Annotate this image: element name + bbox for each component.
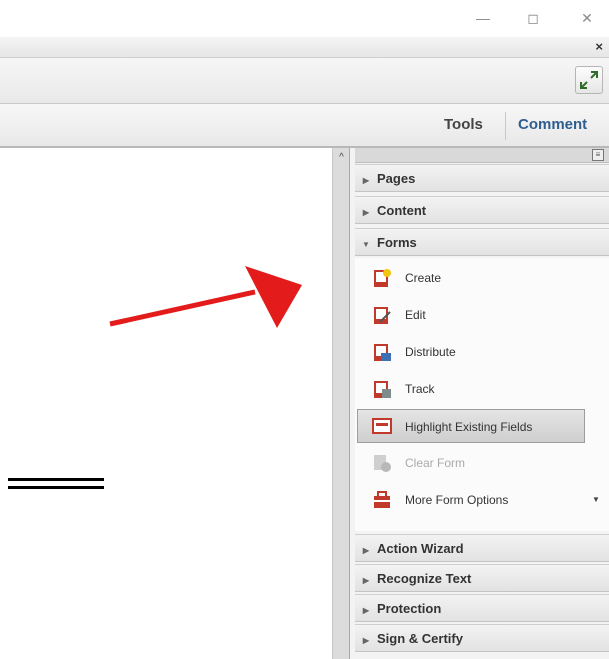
section-label: Recognize Text	[377, 571, 472, 586]
track-form-icon	[374, 381, 391, 398]
close-button[interactable]: ✕	[572, 6, 602, 30]
restore-button[interactable]: ◻	[518, 6, 548, 30]
forms-item-distribute[interactable]: Distribute	[355, 335, 609, 369]
more-form-options-icon	[374, 491, 390, 508]
section-label: Forms	[377, 235, 417, 250]
expand-icon[interactable]	[575, 66, 603, 94]
forms-item-track[interactable]: Track	[355, 372, 609, 406]
item-label: Distribute	[405, 345, 456, 359]
expand-arrow-icon: ▶	[362, 576, 370, 585]
tab-divider	[505, 112, 506, 140]
item-label: Highlight Existing Fields	[405, 420, 533, 434]
red-arrow-annotation	[109, 266, 302, 328]
document-line	[8, 478, 104, 481]
tab-tools[interactable]: Tools	[444, 112, 483, 138]
section-label: Sign & Certify	[377, 631, 463, 646]
item-label: More Form Options	[405, 493, 509, 507]
section-forms[interactable]: ▼ Forms	[355, 228, 609, 256]
scroll-up-icon[interactable]: ^	[333, 152, 350, 164]
section-pages[interactable]: ▶ Pages	[355, 164, 609, 192]
section-action-wizard[interactable]: ▶ Action Wizard	[355, 534, 609, 562]
minimize-button[interactable]: —	[468, 6, 498, 30]
section-sign-certify[interactable]: ▶ Sign & Certify	[355, 624, 609, 652]
main-toolbar	[0, 58, 609, 104]
item-label: Create	[405, 271, 442, 285]
item-label: Clear Form	[405, 456, 466, 470]
tools-panel: ≡ ▶ Pages ▶ Content ▼ Forms Create Edit Dis…	[349, 148, 609, 659]
item-label: Edit	[405, 308, 426, 322]
expand-arrow-icon: ▶	[362, 208, 370, 217]
distribute-form-icon	[374, 344, 391, 361]
forms-item-highlight-fields[interactable]: Highlight Existing Fields	[357, 409, 585, 443]
document-scrollbar[interactable]: ^	[332, 148, 350, 659]
document-line	[8, 486, 104, 489]
edit-form-icon	[374, 307, 391, 324]
tab-comment[interactable]: Comment	[518, 112, 587, 138]
expand-arrow-icon: ▶	[362, 176, 370, 185]
expand-arrow-icon: ▶	[362, 636, 370, 645]
section-label: Content	[377, 203, 427, 218]
collapse-arrow-icon: ▼	[362, 240, 370, 249]
forms-section-body: Create Edit Distribute Track Highlight E…	[355, 258, 609, 531]
section-recognize-text[interactable]: ▶ Recognize Text	[355, 564, 609, 592]
section-label: Protection	[377, 601, 442, 616]
panel-header: ≡	[355, 148, 609, 163]
section-protection[interactable]: ▶ Protection	[355, 594, 609, 622]
create-form-icon	[374, 269, 391, 287]
forms-item-clear-form[interactable]: Clear Form	[355, 446, 609, 480]
section-label: Action Wizard	[377, 541, 464, 556]
section-content[interactable]: ▶ Content	[355, 196, 609, 224]
forms-item-edit[interactable]: Edit	[355, 298, 609, 332]
panel-menu-icon[interactable]: ≡	[592, 149, 604, 161]
section-label: Pages	[377, 171, 416, 186]
forms-item-create[interactable]: Create	[355, 261, 609, 295]
dropdown-arrow-icon[interactable]: ▼	[592, 483, 600, 517]
highlight-fields-icon	[372, 418, 392, 434]
forms-item-more-options[interactable]: More Form Options ▼	[355, 483, 609, 517]
expand-arrow-icon: ▶	[362, 546, 370, 555]
clear-form-icon	[374, 455, 391, 472]
menu-bar: ×	[0, 37, 609, 58]
item-label: Track	[405, 382, 435, 396]
expand-arrow-icon: ▶	[362, 606, 370, 615]
close-document-button[interactable]: ×	[595, 37, 603, 57]
document-area[interactable]	[0, 148, 332, 659]
